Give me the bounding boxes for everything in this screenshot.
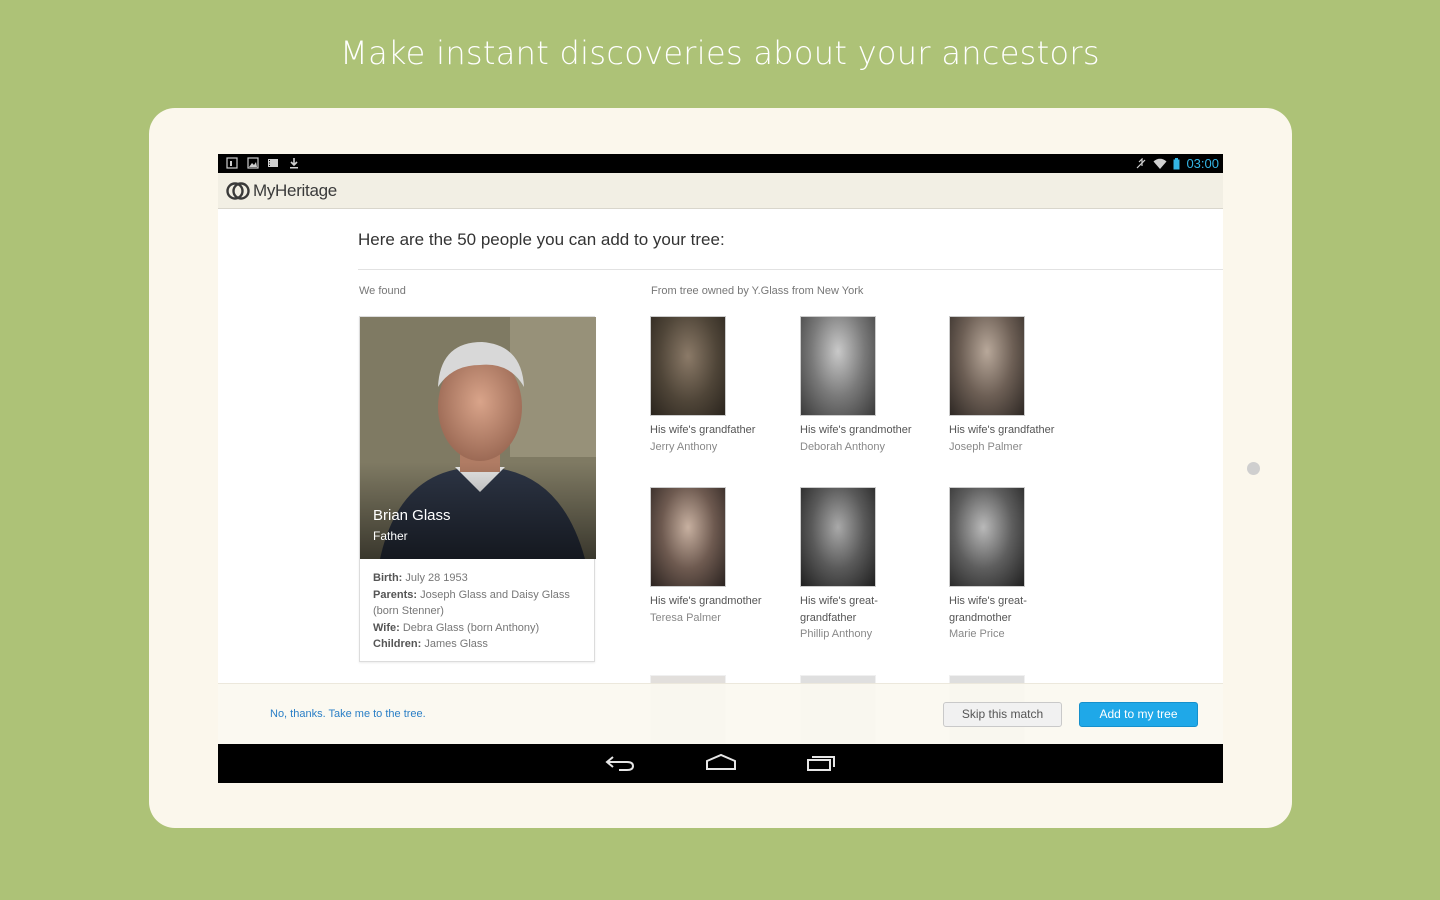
- app-logo[interactable]: MyHeritage: [226, 181, 337, 201]
- we-found-label: We found: [359, 285, 406, 297]
- wifi-icon: [1153, 158, 1167, 169]
- recent-apps-icon[interactable]: [804, 752, 838, 774]
- children-value: James Glass: [424, 638, 488, 650]
- battery-icon: [1173, 157, 1180, 169]
- person-photo: [949, 487, 1025, 587]
- divider: [358, 269, 1223, 270]
- person-card[interactable]: His wife's grandmother Deborah Anthony: [800, 316, 930, 455]
- action-footer: No, thanks. Take me to the tree. Skip th…: [218, 683, 1223, 744]
- birth-label: Birth:: [373, 572, 403, 584]
- person-photo: [800, 487, 876, 587]
- app-bar: MyHeritage: [218, 173, 1223, 209]
- person-name: Marie Price: [949, 628, 1005, 640]
- person-relation: His wife's grandfather: [650, 424, 756, 436]
- person-relation: His wife's grandmother: [800, 424, 912, 436]
- navigation-bar: [218, 744, 1223, 783]
- person-card[interactable]: His wife's grandmother Teresa Palmer: [650, 487, 780, 626]
- person-photo: [800, 316, 876, 416]
- person-card[interactable]: His wife's great-grandmother Marie Price: [949, 487, 1079, 642]
- download-icon: [290, 158, 298, 169]
- person-name: Jerry Anthony: [650, 440, 718, 453]
- no-thanks-link[interactable]: No, thanks. Take me to the tree.: [270, 708, 426, 720]
- person-relation: His wife's grandfather: [949, 424, 1055, 436]
- person-card[interactable]: His wife's grandfather Jerry Anthony: [650, 316, 780, 455]
- status-icons: 03:00: [1135, 155, 1219, 172]
- person-name: Deborah Anthony: [800, 440, 886, 453]
- mute-icon: [1137, 157, 1146, 168]
- profile-details: Birth: July 28 1953 Parents: Joseph Glas…: [373, 570, 585, 653]
- add-to-tree-button[interactable]: Add to my tree: [1079, 702, 1198, 727]
- match-content: Here are the 50 people you can add to yo…: [218, 210, 1223, 685]
- myheritage-logo-icon: [226, 182, 250, 200]
- logo-text: MyHeritage: [253, 181, 337, 200]
- wife-label: Wife:: [373, 621, 400, 634]
- person-name: Joseph Palmer: [949, 440, 1023, 453]
- page-title: Here are the 50 people you can add to yo…: [358, 230, 725, 249]
- person-photo: [650, 487, 726, 587]
- image-icon: [247, 157, 259, 169]
- home-icon[interactable]: [704, 752, 738, 774]
- children-label: Children:: [373, 638, 422, 650]
- status-time: 03:00: [1186, 156, 1219, 171]
- wife-value: Debra Glass (born Anthony): [402, 621, 540, 634]
- headline: Make instant discoveries about your ance…: [340, 34, 1100, 72]
- from-tree-label: From tree owned by Y.Glass from New York: [651, 285, 864, 297]
- status-bar: 03:00: [218, 154, 1223, 173]
- birth-value: July 28 1953: [405, 572, 468, 584]
- film-icon: [268, 159, 278, 167]
- person-card[interactable]: His wife's great-grandfather Phillip Ant…: [800, 487, 930, 642]
- parents-label: Parents:: [373, 588, 418, 601]
- person-relation: His wife's great-grandfather: [800, 595, 878, 624]
- skip-match-button[interactable]: Skip this match: [943, 702, 1062, 727]
- profile-relation: Father: [373, 529, 408, 543]
- person-card[interactable]: His wife's grandfather Joseph Palmer: [949, 316, 1079, 455]
- profile-name: Brian Glass: [373, 507, 451, 524]
- person-photo: [650, 316, 726, 416]
- person-name: Teresa Palmer: [650, 611, 721, 624]
- device-screen: 03:00 MyHeritage Here are the 50 people …: [218, 154, 1223, 783]
- person-photo: [949, 316, 1025, 416]
- back-icon[interactable]: [603, 752, 637, 774]
- profile-card[interactable]: Brian Glass Father Birth: July 28 1953 P…: [359, 316, 596, 662]
- person-relation: His wife's grandmother: [650, 595, 762, 607]
- calendar-icon: [226, 157, 238, 169]
- tablet-camera: [1247, 462, 1260, 475]
- person-name: Phillip Anthony: [800, 628, 873, 640]
- person-relation: His wife's great-grandmother: [949, 595, 1027, 624]
